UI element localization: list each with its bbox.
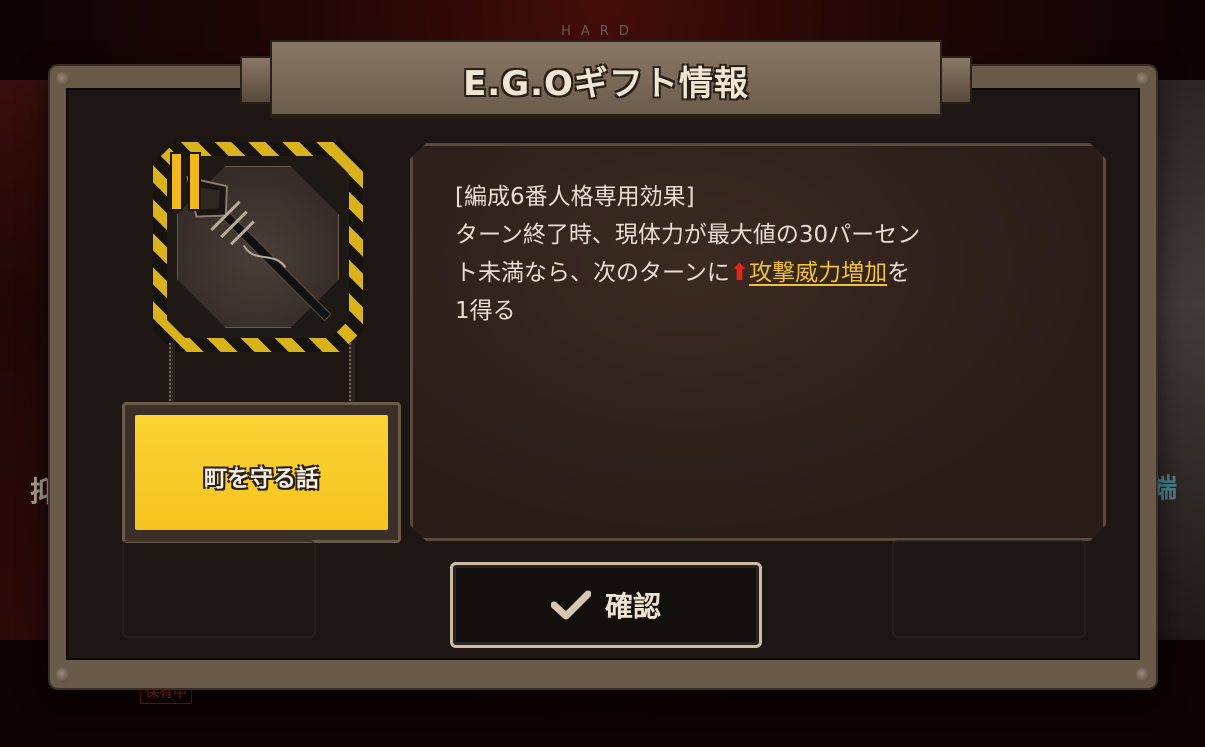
screw-icon xyxy=(56,668,70,682)
title-plate: E.G.Oギフト情報 xyxy=(270,40,942,116)
tier-badge xyxy=(170,152,206,215)
tier-bar xyxy=(170,152,183,211)
screw-icon xyxy=(1136,72,1150,86)
description-line: [編成6番人格専用効果] xyxy=(455,184,695,210)
description-fragment: を xyxy=(887,260,911,286)
confirm-button[interactable]: 確認 xyxy=(450,562,762,648)
description-fragment: ト未満なら、次のターンに xyxy=(455,260,730,286)
confirm-label: 確認 xyxy=(604,590,661,623)
tier-bar xyxy=(188,152,201,211)
screw-icon xyxy=(1136,668,1150,682)
red-up-arrow-icon: ⬆ xyxy=(729,260,750,286)
gift-name-plate: 町を守る話 xyxy=(122,402,401,543)
description-line: 1得る xyxy=(455,298,516,324)
chain-left xyxy=(169,343,175,405)
check-icon xyxy=(550,590,591,620)
gift-name: 町を守る話 xyxy=(204,466,319,492)
title-bracket-right xyxy=(940,56,972,104)
screw-icon xyxy=(56,72,70,86)
description-line: ト未満なら、次のターンに⬆攻撃威力増加を xyxy=(455,254,1055,292)
title-bracket-left xyxy=(240,56,272,104)
buff-keyword-link[interactable]: 攻撃威力増加 xyxy=(749,260,887,286)
description-text: [編成6番人格専用効果] ターン終了時、現体力が最大値の30パーセン ト未満なら… xyxy=(455,178,1055,330)
gift-name-background: 町を守る話 xyxy=(135,415,388,530)
decorative-panel-right xyxy=(892,540,1086,638)
chain-right xyxy=(349,343,355,405)
description-panel: [編成6番人格専用効果] ターン終了時、現体力が最大値の30パーセン ト未満なら… xyxy=(410,143,1106,541)
decorative-panel-left xyxy=(122,540,316,638)
dialog-title: E.G.Oギフト情報 xyxy=(463,64,749,104)
description-line: ターン終了時、現体力が最大値の30パーセン xyxy=(455,222,921,248)
